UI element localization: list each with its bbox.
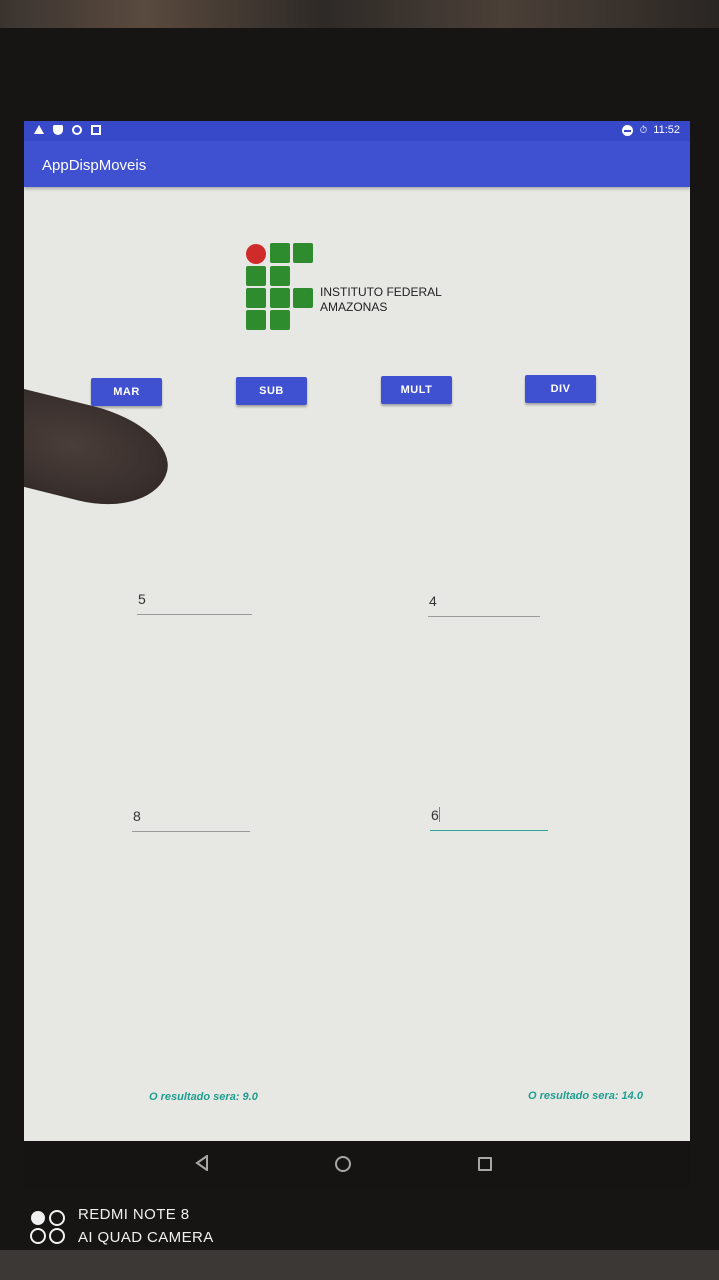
number-input-bottom-left[interactable]: 8 [132,808,250,832]
watermark-line-1: REDMI NOTE 8 [78,1206,190,1223]
recents-icon[interactable] [478,1157,492,1171]
status-bar: ⏱ 11:52 [24,121,690,141]
navigation-bar [24,1141,690,1187]
back-icon[interactable] [194,1155,210,1171]
logo-line-2: AMAZONAS [320,300,388,314]
warning-icon [34,125,44,134]
photo-background [0,0,719,28]
logo-square [270,310,290,330]
logo-text: INSTITUTO FEDERAL AMAZONAS [320,285,442,315]
notification-box-icon [91,125,101,135]
status-time: 11:52 [653,124,680,136]
finger-occlusion [24,387,179,520]
home-icon[interactable] [335,1156,351,1172]
app-title: AppDispMoveis [42,157,147,174]
div-button[interactable]: DIV [525,375,596,403]
logo-square [246,288,266,308]
text-cursor [438,807,440,822]
mult-button[interactable]: MULT [381,376,452,404]
logo-square [270,266,290,286]
number-input-bottom-right[interactable]: 6 [430,807,548,831]
number-input-top-right[interactable]: 4 [428,593,540,617]
watermark-line-2: AI QUAD CAMERA [78,1229,214,1246]
target-icon [72,125,82,135]
logo-square [270,288,290,308]
logo-square [293,243,313,263]
sum-button[interactable]: MAR [91,378,162,406]
number-input-value: 5 [138,591,146,607]
number-input-value: 8 [133,808,141,824]
logo-square [270,243,290,263]
alarm-icon: ⏱ [639,124,648,136]
tablet-screen: ⏱ 11:52 AppDispMoveis INSTITUTO FEDERAL … [24,121,690,1141]
number-input-top-left[interactable]: 5 [137,591,252,615]
result-right: O resultado sera: 14.0 [528,1090,643,1102]
sub-button[interactable]: SUB [236,377,307,405]
camera-logo-icon [30,1210,65,1244]
logo-line-1: INSTITUTO FEDERAL [320,285,442,299]
app-bar: AppDispMoveis [24,141,690,187]
logo-square [246,310,266,330]
number-input-value: 4 [429,593,437,609]
logo-red-dot [246,244,266,264]
shield-icon [53,125,63,135]
result-left: O resultado sera: 9.0 [149,1091,258,1103]
ifam-logo: INSTITUTO FEDERAL AMAZONAS [244,241,444,331]
photo-background-bottom [0,1250,719,1280]
number-input-value: 6 [431,807,439,823]
logo-square [293,288,313,308]
logo-square [246,266,266,286]
do-not-disturb-icon [622,124,634,136]
